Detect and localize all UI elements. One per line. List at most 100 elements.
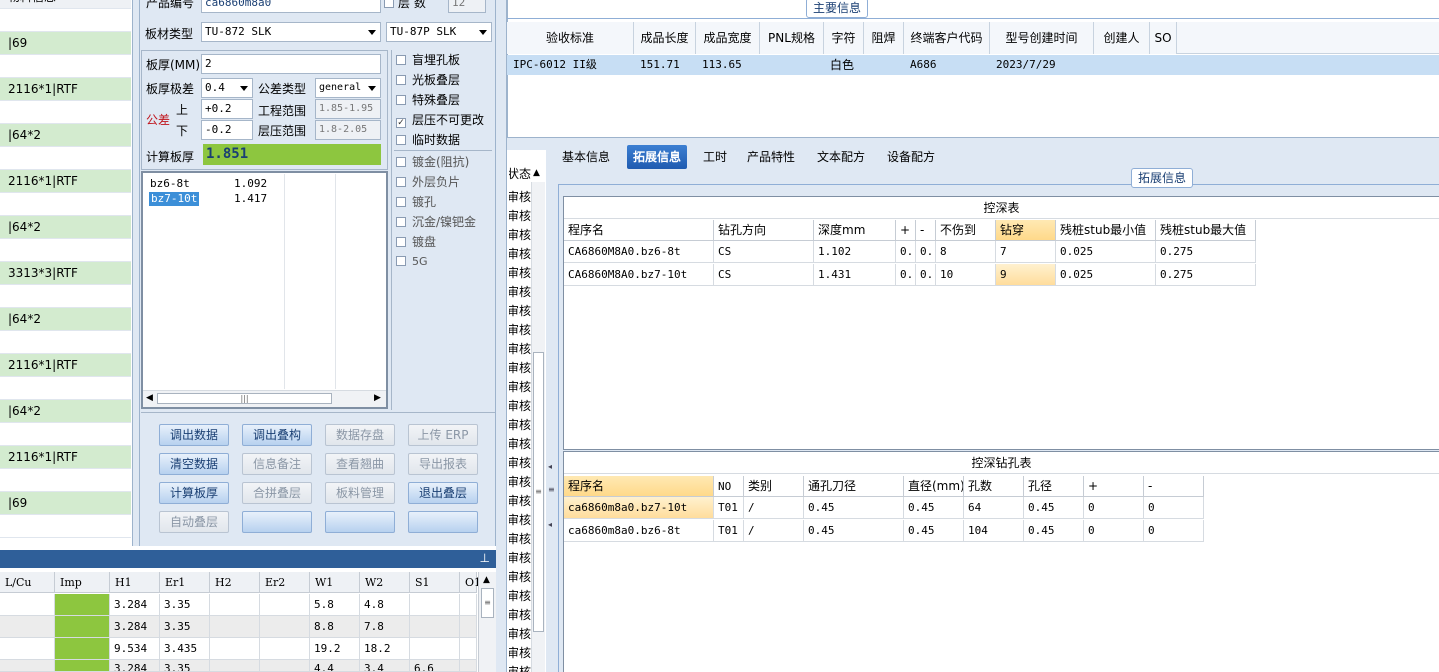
- pin-icon[interactable]: ⊥: [480, 551, 490, 565]
- list-item[interactable]: 2116*1|RTF: [0, 446, 131, 469]
- column-header[interactable]: 成品长度: [634, 22, 696, 54]
- column-header[interactable]: 孔径: [1024, 476, 1084, 497]
- column-header[interactable]: +: [1084, 476, 1144, 497]
- list-item[interactable]: [0, 147, 131, 170]
- tab-device-recipe[interactable]: 设备配方: [881, 145, 941, 169]
- scrollbar-thumb[interactable]: ≡: [533, 352, 544, 632]
- checkbox-enig[interactable]: 沉金/镍钯金: [396, 212, 476, 232]
- list-item[interactable]: [0, 101, 131, 124]
- list-item[interactable]: bz6-8t: [149, 176, 209, 191]
- table-cell[interactable]: CS: [714, 241, 814, 263]
- column-header[interactable]: +: [896, 220, 916, 241]
- column-header[interactable]: 终端客户代码: [904, 22, 990, 54]
- grid-cell[interactable]: [460, 616, 477, 638]
- grid-cell[interactable]: [0, 660, 55, 672]
- grid-cell[interactable]: 4.8: [360, 594, 410, 616]
- list-item[interactable]: |69: [0, 32, 131, 55]
- table-cell[interactable]: 0.025: [1056, 264, 1156, 286]
- grid-cell[interactable]: [260, 594, 310, 616]
- column-header[interactable]: L/Cu: [0, 572, 55, 593]
- load-data-button[interactable]: 调出数据: [159, 424, 229, 446]
- status-item[interactable]: 已审核: [509, 568, 531, 587]
- upper-tolerance-field[interactable]: +0.2: [201, 99, 253, 119]
- grip-icon[interactable]: ≡: [548, 485, 555, 494]
- table-cell[interactable]: 0..: [896, 241, 916, 263]
- grid-cell[interactable]: [260, 616, 310, 638]
- thickness-listbox[interactable]: [141, 171, 388, 409]
- column-header[interactable]: 验收标准: [507, 22, 634, 54]
- grid-cell[interactable]: [460, 594, 477, 616]
- table-cell[interactable]: 7: [996, 241, 1056, 263]
- table-cell[interactable]: 64: [964, 497, 1024, 519]
- status-item[interactable]: 已审核: [509, 188, 531, 207]
- status-item[interactable]: 已审核: [509, 302, 531, 321]
- table-cell[interactable]: CA6860M8A0.bz7-10t: [564, 264, 714, 286]
- grid-cell[interactable]: [0, 616, 55, 638]
- grid-cell[interactable]: 19.2: [310, 638, 360, 660]
- info-note-button[interactable]: 信息备注: [242, 453, 312, 475]
- column-header[interactable]: 阻焊: [864, 22, 904, 54]
- column-header[interactable]: 残桩stub最大值: [1156, 220, 1256, 241]
- export-report-button[interactable]: 导出报表: [408, 453, 478, 475]
- grid-cell[interactable]: [410, 594, 460, 616]
- exit-stackup-button[interactable]: 退出叠层: [408, 482, 478, 504]
- list-item[interactable]: [0, 331, 131, 354]
- grid-cell[interactable]: [55, 638, 110, 660]
- list-item[interactable]: |69: [0, 492, 131, 515]
- table-cell[interactable]: 0: [1084, 497, 1144, 519]
- chevron-left-icon[interactable]: ◂: [548, 462, 552, 471]
- column-header[interactable]: 程序名: [564, 220, 714, 241]
- grid-cell[interactable]: [260, 660, 310, 672]
- table-cell[interactable]: 10: [936, 264, 996, 286]
- column-header[interactable]: 通孔刀径: [804, 476, 904, 497]
- status-item[interactable]: 已审核: [509, 226, 531, 245]
- table-cell[interactable]: 1.102: [814, 241, 896, 263]
- calc-thickness-button[interactable]: 计算板厚: [159, 482, 229, 504]
- list-item[interactable]: [0, 515, 131, 538]
- chevron-right-icon[interactable]: ▶: [374, 393, 381, 403]
- grid-cell[interactable]: [55, 616, 110, 638]
- column-header[interactable]: 直径(mm): [904, 476, 964, 497]
- column-header[interactable]: 钻孔方向: [714, 220, 814, 241]
- list-item[interactable]: [0, 9, 131, 32]
- grid-cell[interactable]: 3.284: [110, 594, 160, 616]
- table-cell[interactable]: 0.45: [804, 497, 904, 519]
- list-item[interactable]: |64*2: [0, 308, 131, 331]
- list-item[interactable]: [0, 423, 131, 446]
- grid-cell[interactable]: [410, 616, 460, 638]
- column-header[interactable]: -: [1144, 476, 1204, 497]
- tab-text-recipe[interactable]: 文本配方: [811, 145, 871, 169]
- column-header[interactable]: 成品宽度: [696, 22, 760, 54]
- status-item[interactable]: 已审核: [509, 530, 531, 549]
- status-item[interactable]: 已审核: [509, 511, 531, 530]
- board-manage-button[interactable]: 板料管理: [325, 482, 395, 504]
- grid-cell[interactable]: 4.4: [310, 660, 360, 672]
- table-cell[interactable]: 0: [1144, 520, 1204, 542]
- vertical-scrollbar[interactable]: ▲ ≡: [478, 572, 496, 672]
- table-cell[interactable]: T01: [714, 520, 744, 542]
- table-cell[interactable]: T01: [714, 497, 744, 519]
- horizontal-scrollbar[interactable]: ◀ ||| ▶: [143, 390, 386, 407]
- list-item[interactable]: [0, 193, 131, 216]
- checkbox-outer-negative[interactable]: 外层负片: [396, 172, 460, 192]
- table-cell[interactable]: 8: [936, 241, 996, 263]
- column-header[interactable]: NO: [714, 476, 744, 497]
- column-header[interactable]: 型号创建时间: [990, 22, 1094, 54]
- scrollbar-thumb[interactable]: |||: [157, 393, 332, 404]
- column-header[interactable]: Imp: [55, 572, 110, 593]
- status-item[interactable]: 已审核: [509, 549, 531, 568]
- column-header[interactable]: 深度mm: [814, 220, 896, 241]
- grid-cell[interactable]: [460, 638, 477, 660]
- grid-cell[interactable]: [210, 594, 260, 616]
- grid-cell[interactable]: 3.435: [160, 638, 210, 660]
- status-item[interactable]: 已审核: [509, 245, 531, 264]
- splitter[interactable]: [496, 0, 507, 672]
- grade-select[interactable]: 0.4: [201, 78, 253, 98]
- column-header[interactable]: 孔数: [964, 476, 1024, 497]
- list-item[interactable]: |64*2: [0, 124, 131, 147]
- list-item[interactable]: |64*2: [0, 216, 131, 239]
- status-item[interactable]: 已审核: [509, 340, 531, 359]
- column-header[interactable]: Er2: [260, 572, 310, 593]
- status-item[interactable]: 已审核: [509, 397, 531, 416]
- list-item[interactable]: [0, 469, 131, 492]
